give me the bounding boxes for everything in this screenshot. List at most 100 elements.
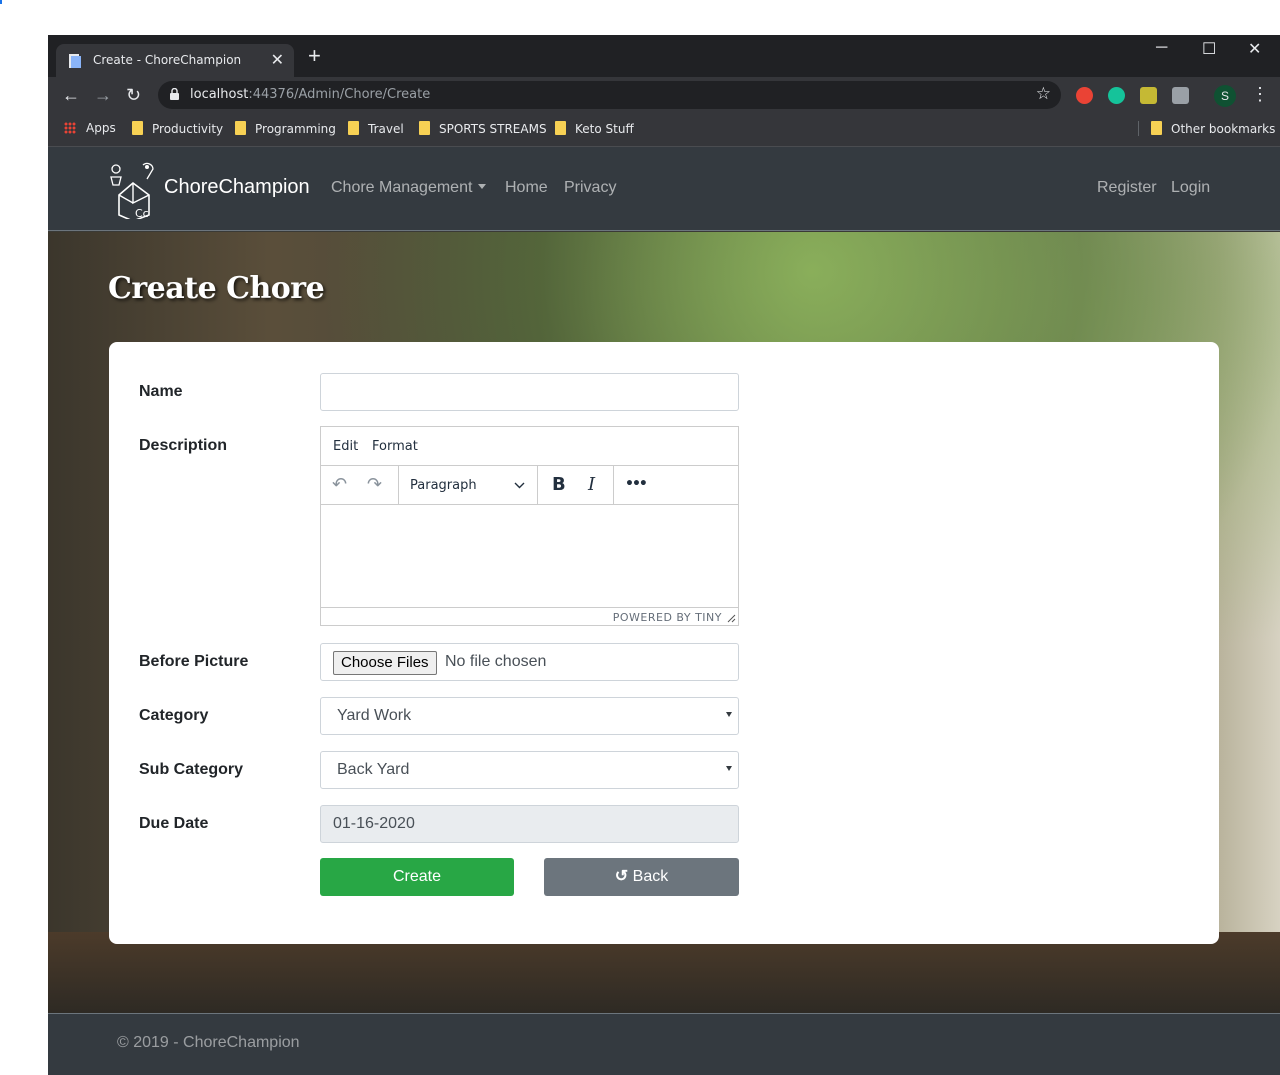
- extension-grammarly-icon[interactable]: [1108, 87, 1125, 104]
- back-nav-button[interactable]: ←: [62, 85, 80, 105]
- folder-icon: [419, 121, 430, 135]
- bookmark-travel[interactable]: Travel: [348, 121, 404, 136]
- undo-icon: ↺: [614, 868, 629, 885]
- back-button[interactable]: ↺ Back: [544, 858, 739, 896]
- bookmark-label: SPORTS STREAMS: [439, 122, 547, 136]
- folder-icon: [235, 121, 246, 135]
- due-date-value: 01-16-2020: [333, 815, 415, 832]
- url-path: :44376/Admin/Chore/Create: [248, 87, 431, 102]
- bold-button[interactable]: B: [552, 475, 566, 495]
- chevron-down-icon: [514, 482, 525, 489]
- bookmark-label: Apps: [86, 121, 116, 135]
- category-value: Yard Work: [337, 707, 412, 724]
- more-options-icon[interactable]: •••: [625, 474, 648, 494]
- nav-privacy[interactable]: Privacy: [564, 179, 616, 197]
- folder-icon: [348, 121, 359, 135]
- apps-grid-icon: [64, 122, 76, 134]
- undo-icon[interactable]: ↶: [332, 475, 347, 495]
- before-picture-label: Before Picture: [139, 653, 249, 670]
- bookmark-label: Productivity: [152, 122, 224, 136]
- page-title: Create Chore: [108, 271, 325, 306]
- block-format-select[interactable]: Paragraph: [410, 478, 477, 493]
- redo-icon[interactable]: ↷: [367, 475, 382, 495]
- corner-marker: [0, 0, 2, 4]
- file-status-text: No file chosen: [445, 653, 547, 670]
- reload-button[interactable]: ↻: [126, 85, 141, 105]
- svg-text:Cc: Cc: [135, 207, 149, 219]
- bookmark-keto-stuff[interactable]: Keto Stuff: [555, 121, 634, 136]
- category-select[interactable]: Yard Work: [320, 697, 739, 735]
- browser-tab[interactable]: Create - ChoreChampion ✕: [56, 44, 294, 77]
- toolbar-divider: [398, 466, 399, 505]
- editor-menubar: Edit Format: [321, 427, 738, 466]
- create-button[interactable]: Create: [320, 858, 514, 896]
- browser-window: Create - ChoreChampion ✕ + ─ ☐ ✕ ← → ↻ l…: [48, 35, 1280, 1075]
- name-label: Name: [139, 383, 183, 400]
- bookmark-label: Programming: [255, 122, 336, 136]
- name-input[interactable]: [320, 373, 739, 411]
- powered-by-tiny-link[interactable]: POWERED BY TINY: [613, 611, 722, 624]
- nav-login[interactable]: Login: [1171, 179, 1210, 197]
- bookmark-productivity[interactable]: Productivity: [132, 121, 223, 136]
- bookmark-other[interactable]: Other bookmarks: [1138, 121, 1275, 136]
- folder-icon: [555, 121, 566, 135]
- folder-icon: [132, 121, 143, 135]
- tab-title: Create - ChoreChampion: [93, 53, 242, 67]
- choose-files-button[interactable]: Choose Files: [333, 651, 437, 675]
- tab-strip: Create - ChoreChampion ✕ + ─ ☐ ✕: [48, 35, 1280, 77]
- bookmark-apps[interactable]: Apps: [64, 121, 116, 135]
- forward-nav-button[interactable]: →: [94, 85, 112, 105]
- editor-menu-format[interactable]: Format: [372, 439, 418, 454]
- browser-menu-icon[interactable]: ⋮: [1251, 84, 1269, 104]
- bookmark-label: Keto Stuff: [575, 122, 634, 136]
- category-label: Category: [139, 707, 209, 724]
- dropdown-caret-icon: [478, 184, 487, 189]
- nav-chore-management[interactable]: Chore Management: [331, 179, 487, 197]
- page-favicon-icon: [69, 54, 81, 68]
- extension-adblock-icon[interactable]: [1076, 87, 1093, 104]
- sink-area: [48, 932, 1280, 1013]
- due-date-input[interactable]: 01-16-2020: [320, 805, 739, 843]
- before-picture-file-input: Choose Files No file chosen: [320, 643, 739, 681]
- description-rich-text-editor: Edit Format ↶ ↷ Paragraph B I ••• POWERE…: [320, 426, 739, 626]
- editor-statusbar: POWERED BY TINY: [321, 607, 738, 625]
- bookmark-star-icon[interactable]: ☆: [1036, 84, 1051, 104]
- description-label: Description: [139, 437, 228, 454]
- subcategory-value: Back Yard: [337, 761, 410, 778]
- editor-menu-edit[interactable]: Edit: [333, 439, 358, 454]
- brand-name[interactable]: ChoreChampion: [164, 176, 310, 199]
- subcategory-select[interactable]: Back Yard: [320, 751, 739, 789]
- browser-toolbar: ← → ↻ localhost:44376/Admin/Chore/Create…: [48, 77, 1280, 113]
- toolbar-divider: [613, 466, 614, 505]
- site-navbar: Cc ChoreChampion Chore Management Home P…: [48, 147, 1280, 231]
- bookmark-programming[interactable]: Programming: [235, 121, 336, 136]
- url-host: localhost: [190, 87, 249, 102]
- select-arrow-icon: [726, 766, 732, 771]
- profile-avatar[interactable]: S: [1214, 85, 1236, 107]
- editor-content-area[interactable]: [321, 506, 738, 608]
- bookmark-label: Travel: [368, 122, 404, 136]
- extension-download-icon[interactable]: [1172, 87, 1189, 104]
- close-window-button[interactable]: ✕: [1248, 39, 1261, 59]
- create-chore-form: Name Description Edit Format ↶ ↷ Paragra…: [109, 342, 1219, 944]
- editor-toolbar: ↶ ↷ Paragraph B I •••: [321, 466, 738, 505]
- bookmark-label: Other bookmarks: [1171, 122, 1276, 136]
- back-button-label: Back: [632, 868, 669, 885]
- house-logo-icon[interactable]: Cc: [107, 159, 159, 219]
- nav-home[interactable]: Home: [505, 179, 548, 197]
- bookmark-sports-streams[interactable]: SPORTS STREAMS: [419, 121, 547, 136]
- maximize-button[interactable]: ☐: [1202, 39, 1216, 59]
- tab-close-icon[interactable]: ✕: [271, 50, 284, 70]
- extension-yellow-icon[interactable]: [1140, 87, 1157, 104]
- address-bar[interactable]: localhost:44376/Admin/Chore/Create ☆: [158, 81, 1061, 109]
- bookmarks-bar: Apps Productivity Programming Travel SPO…: [48, 113, 1280, 147]
- resize-handle-icon[interactable]: [727, 614, 736, 623]
- web-page: Cc ChoreChampion Chore Management Home P…: [48, 147, 1280, 1075]
- toolbar-divider: [537, 466, 538, 505]
- italic-button[interactable]: I: [588, 475, 595, 495]
- new-tab-button[interactable]: +: [308, 45, 321, 67]
- minimize-button[interactable]: ─: [1156, 39, 1167, 57]
- nav-register[interactable]: Register: [1097, 179, 1157, 197]
- url-text: localhost:44376/Admin/Chore/Create: [190, 87, 430, 102]
- subcategory-label: Sub Category: [139, 761, 244, 778]
